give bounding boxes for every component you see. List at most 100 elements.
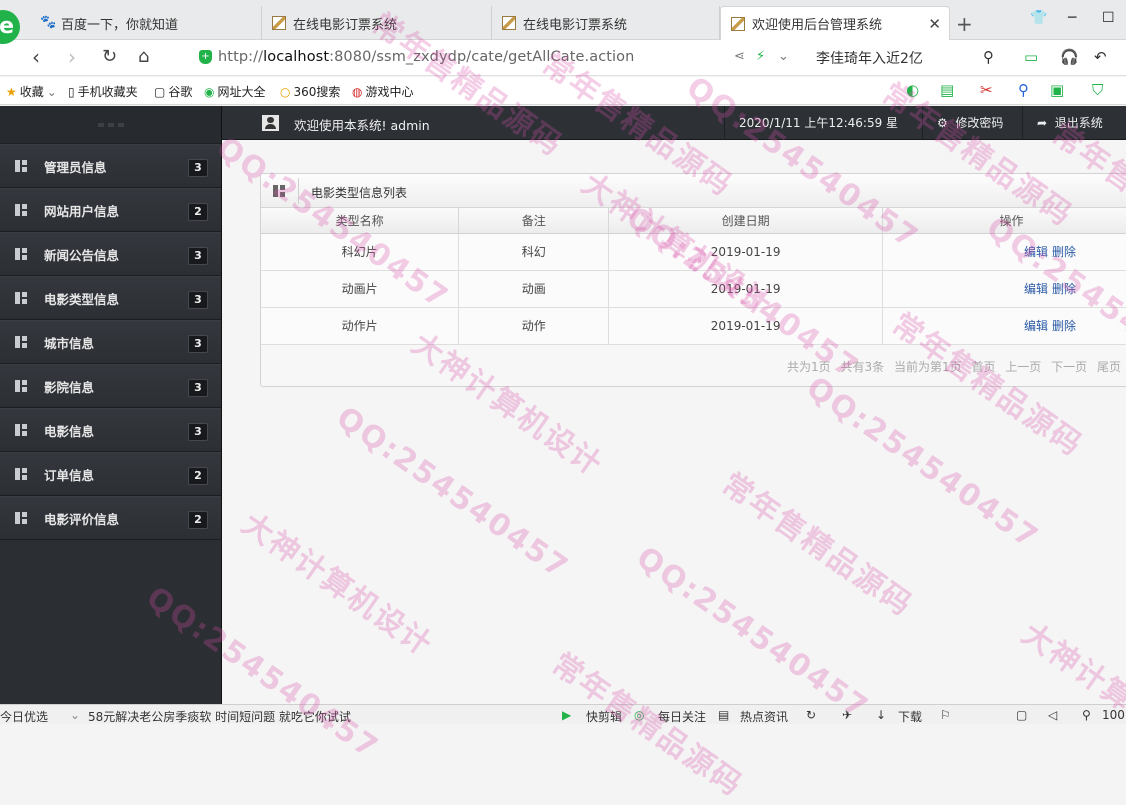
maximize-icon[interactable]: ☐ [1102,10,1115,26]
logout-button[interactable]: ➦ 退出系统 [1022,106,1126,140]
col-header-actions: 操作 [882,208,1126,234]
cell-memo: 动作 [458,307,610,345]
share-icon[interactable]: ⋖ [734,49,745,64]
browser-tab-1[interactable]: 🐾 百度一下，你就知道 [30,6,262,40]
video-edit-icon: ▶ [562,708,572,722]
browser-tab-3[interactable]: 在线电影订票系统 [492,6,720,40]
change-password-label: 修改密码 [955,116,1004,130]
url-field[interactable]: http://localhost:8080/ssm_zxdydp/cate/ge… [218,49,634,65]
status-left-text[interactable]: 今日优选 [0,708,48,725]
translate-icon[interactable]: ▤ [940,81,954,99]
bookmark-mobile[interactable]: ▯ 手机收藏夹 [68,83,138,100]
pager-next[interactable]: 下一页 [1051,360,1087,374]
search-icon[interactable]: ⚲ [983,48,994,66]
edit-link[interactable]: 编辑 [1024,319,1048,333]
sidebar-item-2[interactable]: 网站用户信息 2 [0,188,221,232]
change-password-button[interactable]: ⚙ 修改密码 [922,106,1022,140]
sidebar-item-6[interactable]: 影院信息 3 [0,364,221,408]
shield-icon[interactable]: ⛉ [1092,81,1103,99]
browser-tab-2[interactable]: 在线电影订票系统 [262,6,492,40]
sidebar-item-1[interactable]: 管理员信息 3 [0,144,221,188]
minimize-icon[interactable]: ─ [1068,10,1076,26]
chevron-down-icon[interactable]: ⌄ [778,49,789,64]
star-icon: ★ [6,84,17,99]
battery-icon[interactable]: ▭ [1024,48,1038,66]
bookmark-google[interactable]: ▢ 谷歌 [154,83,192,100]
pager-prev[interactable]: 上一页 [1005,360,1041,374]
bookmark-label: 网址大全 [217,85,266,99]
chevron-down-icon: ⌄ [46,84,57,99]
bookmark-label: 游戏中心 [365,85,414,99]
gear-icon: ⚙ [937,116,948,130]
headphones-icon[interactable]: 🎧 [1060,48,1079,66]
game-icon[interactable]: ▣ [1050,81,1064,99]
undo-icon[interactable]: ↶ [1094,48,1107,66]
sidebar-grip[interactable] [0,106,221,144]
pagination: 共为1页 共有3条 当前为第1页 首页 上一页 下一页 尾页 [781,358,1121,375]
pin-icon[interactable]: ✈ [842,708,852,722]
lightning-icon[interactable]: ⚡ [756,49,765,64]
status-item-clip[interactable]: 快剪辑 [586,708,622,725]
status-item-daily[interactable]: 每日关注 [658,708,706,725]
zoom-icon[interactable]: ⚲ [1082,708,1091,722]
delete-link[interactable]: 删除 [1052,282,1076,296]
bookmark-games[interactable]: ◍ 游戏中心 [352,83,414,100]
back-icon[interactable]: ‹ [32,46,40,68]
refresh-icon[interactable]: ↻ [806,708,816,722]
grid-icon [15,336,27,348]
tab-title: 百度一下，你就知道 [61,17,179,33]
shirt-skin-icon[interactable]: 👕 [1030,10,1047,26]
delete-link[interactable]: 删除 [1052,319,1076,333]
close-tab-icon[interactable]: ✕ [928,15,941,33]
cell-date: 2019-01-19 [608,270,884,308]
new-tab-icon[interactable]: + [956,12,973,36]
bookmark-hao[interactable]: ◉ 网址大全 [204,83,266,100]
sidebar: 管理员信息 3 网站用户信息 2 新闻公告信息 3 电影类型信息 3 城市信息 3 影院信息 3 电影信… [0,106,222,704]
bookmark-favorites[interactable]: ★ 收藏 ⌄ [6,83,60,100]
reload-icon[interactable]: ↻ [102,46,117,68]
delete-link[interactable]: 删除 [1052,245,1076,259]
bookmark-label: 收藏 [19,85,44,99]
cate-list-panel: 电影类型信息列表 类型名称 备注 创建日期 操作 科幻片 科幻 2019-01-19… [260,173,1126,387]
magnifier-icon[interactable]: ⚲ [1018,81,1029,99]
tab-title: 欢迎使用后台管理系统 [752,18,883,33]
gamepad-icon: ◍ [352,84,363,99]
edit-link[interactable]: 编辑 [1024,282,1048,296]
flag-icon[interactable]: ⚐ [940,708,951,722]
status-news[interactable]: 58元解决老公房季痰软 时间短问题 就吃它你试试 [88,708,351,725]
count-badge: 3 [188,423,208,441]
pager-first[interactable]: 首页 [971,360,995,374]
page-icon: ▢ [154,84,166,99]
sidebar-item-4[interactable]: 电影类型信息 3 [0,276,221,320]
col-header-name: 类型名称 [261,208,460,234]
sidebar-item-8[interactable]: 订单信息 2 [0,452,221,496]
status-item-download[interactable]: 下载 [898,708,922,725]
sidebar-item-5[interactable]: 城市信息 3 [0,320,221,364]
window-icon[interactable]: ▢ [1016,708,1027,722]
status-item-hot[interactable]: 热点资讯 [740,708,788,725]
sidebar-item-label: 网站用户信息 [44,203,120,219]
grid-icon [15,380,27,392]
sidebar-item-label: 管理员信息 [44,159,107,175]
logout-arrow-icon: ➦ [1037,116,1048,130]
chat-icon[interactable]: ◐ [906,81,919,99]
zoom-level[interactable]: 100 [1102,708,1125,722]
scissors-icon[interactable]: ✂ [980,81,993,99]
home-icon[interactable]: ⌂ [138,46,149,68]
speaker-icon[interactable]: ◁ [1048,708,1057,722]
daily-icon: ◎ [634,708,645,722]
pager-last[interactable]: 尾页 [1097,360,1121,374]
sidebar-item-7[interactable]: 电影信息 3 [0,408,221,452]
sidebar-item-3[interactable]: 新闻公告信息 3 [0,232,221,276]
sidebar-item-9[interactable]: 电影评价信息 2 [0,496,221,540]
bookmark-label: 手机收藏夹 [77,85,138,99]
grid-icon [15,468,27,480]
cell-name: 科幻片 [261,233,460,271]
browser-tab-4-active[interactable]: 欢迎使用后台管理系统 ✕ [720,6,950,40]
edit-link[interactable]: 编辑 [1024,245,1048,259]
forward-icon[interactable]: › [68,46,76,68]
col-header-date: 创建日期 [608,208,884,234]
browser-status-bar: 今日优选 ⌄ 58元解决老公房季痰软 时间短问题 就吃它你试试 ▶ 快剪辑 ◎ … [0,704,1126,724]
bookmark-360[interactable]: ○ 360搜索 [280,83,340,100]
search-hint[interactable]: 李佳琦年入近2亿 [816,48,923,68]
